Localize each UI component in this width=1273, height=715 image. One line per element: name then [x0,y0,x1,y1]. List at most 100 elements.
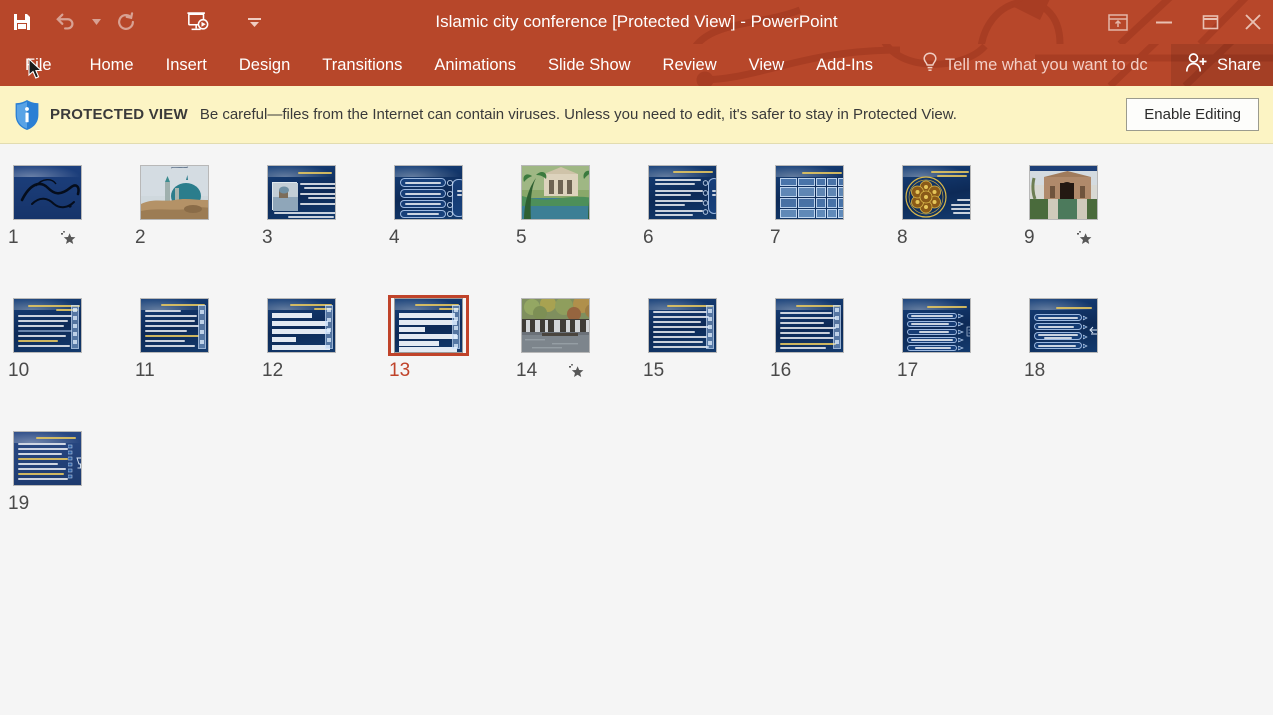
tab-design[interactable]: Design [223,44,306,86]
animation-star-icon[interactable] [568,363,585,379]
waterfall-photo [522,299,589,352]
slide-thumbnail-9[interactable] [1023,162,1104,223]
tab-file[interactable]: File [0,44,74,86]
slide-cell[interactable]: 10 [0,295,127,428]
tab-transitions[interactable]: Transitions [306,44,418,86]
lightbulb-icon [922,52,938,78]
slide-thumbnail-18[interactable] [1023,295,1104,356]
slide-cell[interactable]: 7 [762,162,889,295]
redo-icon[interactable] [104,0,148,44]
slide-cell[interactable]: 8 [889,162,1016,295]
slide-cell[interactable]: 9 [1016,162,1143,295]
slide-thumbnail-14[interactable] [515,295,596,356]
customize-quick-access-icon[interactable] [246,0,262,44]
tell-me-placeholder: Tell me what you want to dc [945,55,1148,74]
slide-thumbnail-12[interactable] [261,295,342,356]
slide-meta: 15 [635,356,762,386]
share-person-icon [1185,52,1209,78]
slide-cell[interactable]: 2 [127,162,254,295]
slide-meta: 14 [508,356,635,386]
slide-preview [13,298,82,353]
tab-home[interactable]: Home [74,44,150,86]
slide-row: 19 [0,428,1273,561]
title-bar: Islamic city conference [Protected View]… [0,0,1273,44]
slide-cell[interactable]: 4 [381,162,508,295]
slide-cell[interactable]: 16 [762,295,889,428]
slide-cell[interactable]: 3 [254,162,381,295]
slide-thumbnail-7[interactable] [769,162,850,223]
slide-number: 14 [516,360,538,381]
slide-number: 4 [389,227,400,248]
slide-thumbnail-2[interactable] [134,162,215,223]
tab-view[interactable]: View [733,44,800,86]
slide-cell[interactable]: 12 [254,295,381,428]
slide-meta: 1 [0,223,127,253]
slide-sidebar-strip [198,305,206,349]
slide-preview [1029,165,1098,220]
mosque-photo [141,166,208,219]
slide-cell[interactable]: 11 [127,295,254,428]
restore-icon[interactable] [1187,0,1233,44]
slide-number: 13 [389,360,411,381]
slide-sidebar-strip [706,305,714,349]
undo-icon[interactable] [44,0,88,44]
slide-preview [267,298,336,353]
slide-sorter-canvas[interactable]: 1 2 3 4 5 6 7 8 9 10 11 12 13 14 15 16 1… [0,144,1273,715]
slide-number: 2 [135,227,146,248]
slide-thumbnail-17[interactable] [896,295,977,356]
share-label: Share [1216,55,1261,74]
slide-thumbnail-8[interactable] [896,162,977,223]
slide-number: 12 [262,360,284,381]
animation-star-icon[interactable] [60,230,77,246]
slide-sidebar-strip [452,305,460,349]
slide-thumbnail-10[interactable] [7,295,88,356]
persian-garden-photo [1030,166,1097,219]
slide-number: 10 [8,360,30,381]
protected-view-bar: PROTECTED VIEW Be careful—files from the… [0,86,1273,144]
tab-slide-show[interactable]: Slide Show [532,44,647,86]
slide-meta: 7 [762,223,889,253]
quick-access-toolbar [0,0,262,44]
slide-thumbnail-4[interactable] [388,162,469,223]
slide-preview [1029,298,1098,353]
slide-thumbnail-19[interactable] [7,428,88,489]
slide-thumbnail-3[interactable] [261,162,342,223]
slide-thumbnail-5[interactable] [515,162,596,223]
slide-cell[interactable]: 13 [381,295,508,428]
slide-thumbnail-15[interactable] [642,295,723,356]
undo-dropdown-icon[interactable] [88,0,104,44]
close-icon[interactable] [1233,0,1273,44]
window-controls [1095,0,1273,44]
save-icon[interactable] [0,0,44,44]
slide-cell[interactable]: 17 [889,295,1016,428]
tab-insert[interactable]: Insert [150,44,223,86]
slide-number: 7 [770,227,781,248]
slide-number: 1 [8,227,19,248]
animation-star-icon[interactable] [1076,230,1093,246]
slide-cell[interactable]: 19 [0,428,127,561]
slide-thumbnail-16[interactable] [769,295,850,356]
slide-meta: 12 [254,356,381,386]
tell-me-search[interactable]: Tell me what you want to dc [922,44,1148,86]
slide-cell[interactable]: 6 [635,162,762,295]
slide-cell[interactable]: 14 [508,295,635,428]
slide-cell[interactable]: 1 [0,162,127,295]
start-slideshow-icon[interactable] [176,0,220,44]
slide-cell[interactable]: 18 [1016,295,1143,428]
share-button[interactable]: Share [1170,44,1273,86]
slide-cell[interactable]: 5 [508,162,635,295]
slide-cell[interactable]: 15 [635,295,762,428]
slide-thumbnail-13[interactable] [388,295,469,356]
slide-preview [13,165,82,220]
slide-meta: 17 [889,356,1016,386]
tab-review[interactable]: Review [647,44,733,86]
minimize-icon[interactable] [1141,0,1187,44]
ribbon-display-options-icon[interactable] [1095,0,1141,44]
tab-add-ins[interactable]: Add-Ins [800,44,889,86]
ribbon-tab-bar: File Home Insert Design Transitions Anim… [0,44,1273,86]
slide-thumbnail-11[interactable] [134,295,215,356]
slide-thumbnail-1[interactable] [7,162,88,223]
slide-thumbnail-6[interactable] [642,162,723,223]
tab-animations[interactable]: Animations [418,44,532,86]
enable-editing-button[interactable]: Enable Editing [1126,98,1259,131]
